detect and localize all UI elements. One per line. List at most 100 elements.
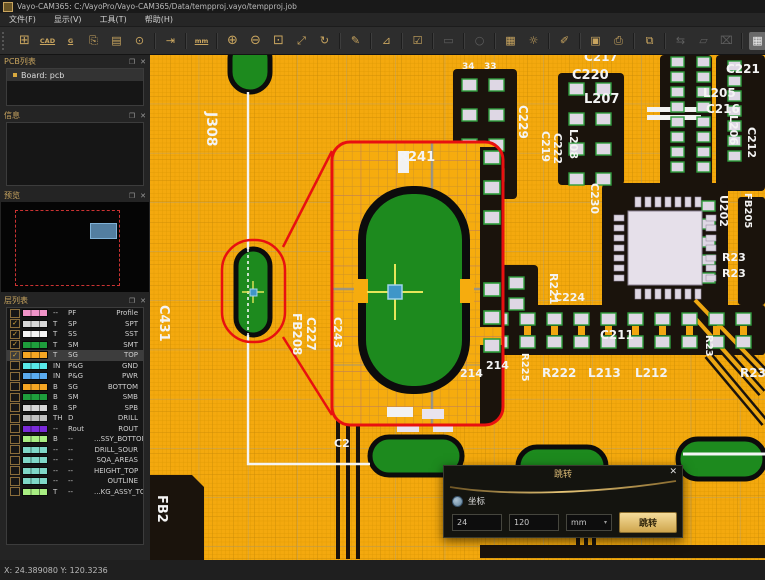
layer-row-OUTLINE[interactable]: ----OUTLINE (7, 476, 143, 487)
toolbar-drag-handle[interactable] (2, 32, 9, 50)
layer-row-...KG_ASSY_TOP[interactable]: T--...KG_ASSY_TOP (7, 487, 143, 498)
layer-color-swatch[interactable] (22, 393, 48, 401)
zoom-in-icon[interactable]: ⊕ (224, 32, 241, 50)
layer-color-swatch[interactable] (22, 383, 48, 391)
pcb-list-item-board[interactable]: Board: pcb (7, 69, 143, 81)
layer-visibility-checkbox[interactable] (10, 466, 20, 475)
layer-row-DRILL[interactable]: THDDRILL (7, 413, 143, 424)
layer-row-SMB[interactable]: BSMSMB (7, 392, 143, 403)
layer-color-swatch[interactable] (22, 404, 48, 412)
coordinate-radio[interactable] (452, 496, 463, 507)
layer-color-swatch[interactable] (22, 341, 48, 349)
float-panel-icon[interactable]: ❐ (129, 192, 135, 200)
layer-visibility-checkbox[interactable] (10, 445, 20, 454)
layer-color-swatch[interactable] (22, 456, 48, 464)
float-panel-icon[interactable]: ❐ (129, 112, 135, 120)
layer-table-icon[interactable]: ▦ (749, 32, 765, 50)
select-edit-icon[interactable]: ☑ (409, 32, 426, 50)
layer-row-...SSY_BOTTOM[interactable]: B--...SSY_BOTTOM (7, 434, 143, 445)
float-panel-icon[interactable]: ❐ (129, 58, 135, 66)
close-icon[interactable]: ✕ (669, 467, 677, 477)
layer-row-PWR[interactable]: INP&GPWR (7, 371, 143, 382)
preview-view-rect[interactable] (90, 223, 117, 239)
layer-color-swatch[interactable] (22, 351, 48, 359)
layer-row-HEIGHT_TOP[interactable]: ----HEIGHT_TOP (7, 466, 143, 477)
save-icon[interactable]: ▤ (108, 32, 125, 50)
layer-color-swatch[interactable] (22, 362, 48, 370)
menu-item-1[interactable]: 显示(V) (45, 14, 91, 25)
layer-visibility-checkbox[interactable] (10, 309, 20, 318)
layer-row-SPT[interactable]: ✓TSPSPT (7, 319, 143, 330)
layer-color-swatch[interactable] (22, 488, 48, 496)
layer-row-SQA_AREAS[interactable]: ----SQA_AREAS (7, 455, 143, 466)
board-edit-icon[interactable]: ✎ (347, 32, 364, 50)
layer-visibility-checkbox[interactable]: ✓ (10, 330, 20, 339)
layer-visibility-checkbox[interactable] (10, 487, 20, 496)
close-panel-icon[interactable]: ✕ (140, 58, 146, 66)
layer-visibility-checkbox[interactable] (10, 414, 20, 423)
layer-row-SMT[interactable]: ✓TSMSMT (7, 340, 143, 351)
unit-select[interactable]: mm ▾ (566, 514, 612, 531)
layer-color-swatch[interactable] (22, 477, 48, 485)
float-panel-icon[interactable]: ❐ (129, 297, 135, 305)
measure-icon[interactable]: ⊿ (378, 32, 395, 50)
close-panel-icon[interactable]: ✕ (140, 297, 146, 305)
layer-color-swatch[interactable] (22, 330, 48, 338)
layer-color-swatch[interactable] (22, 446, 48, 454)
menu-item-2[interactable]: 工具(T) (91, 14, 136, 25)
x-coordinate-input[interactable] (452, 514, 502, 531)
layer-color-swatch[interactable] (22, 425, 48, 433)
layer-row-GND[interactable]: INP&GGND (7, 361, 143, 372)
snapshot-icon[interactable]: ⎙ (610, 32, 627, 50)
menu-item-0[interactable]: 文件(F) (0, 14, 45, 25)
close-panel-icon[interactable]: ✕ (140, 192, 146, 200)
layer-row-DRILL_SOUR[interactable]: ----DRILL_SOUR (7, 445, 143, 456)
layer-visibility-checkbox[interactable]: ✓ (10, 340, 20, 349)
highlight-icon[interactable]: ☼ (525, 32, 542, 50)
layer-visibility-checkbox[interactable] (10, 456, 20, 465)
layer-visibility-checkbox[interactable] (10, 403, 20, 412)
layer-row-SST[interactable]: ✓TSSSST (7, 329, 143, 340)
layer-color-swatch[interactable] (22, 372, 48, 380)
layer-row-Profile[interactable]: --PFProfile (7, 308, 143, 319)
layer-visibility-checkbox[interactable] (10, 424, 20, 433)
close-job-icon[interactable]: ⊙ (131, 32, 148, 50)
zoom-selection-icon[interactable]: ↻ (316, 32, 333, 50)
y-coordinate-input[interactable] (509, 514, 559, 531)
new-file-icon[interactable]: ⊞ (16, 32, 33, 50)
layer-row-ROUT[interactable]: --RoutROUT (7, 424, 143, 435)
layer-visibility-checkbox[interactable] (10, 477, 20, 486)
layer-visibility-checkbox[interactable] (10, 393, 20, 402)
units-mm-icon[interactable]: mm (193, 32, 210, 50)
layer-color-swatch[interactable] (22, 467, 48, 475)
layer-row-SPB[interactable]: BSPSPB (7, 403, 143, 414)
preview-viewport[interactable] (1, 202, 149, 292)
layer-color-swatch[interactable] (22, 309, 48, 317)
layer-visibility-checkbox[interactable]: ✓ (10, 319, 20, 328)
layer-color-swatch[interactable] (22, 320, 48, 328)
jump-button[interactable]: 跳转 (619, 512, 677, 533)
zoom-fit-icon[interactable]: ⤢ (293, 32, 310, 50)
copy-view-icon[interactable]: ⧉ (641, 32, 658, 50)
layer-visibility-checkbox[interactable] (10, 435, 20, 444)
grid-settings-icon[interactable]: ▦ (502, 32, 519, 50)
layer-row-BOTTOM[interactable]: BSGBOTTOM (7, 382, 143, 393)
layer-visibility-checkbox[interactable] (10, 382, 20, 391)
open-project-icon[interactable]: ⎘ (85, 32, 102, 50)
zoom-window-icon[interactable]: ⊡ (270, 32, 287, 50)
close-panel-icon[interactable]: ✕ (140, 112, 146, 120)
layer-row-TOP[interactable]: ✓TSGTOP (7, 350, 143, 361)
layer-visibility-checkbox[interactable] (10, 361, 20, 370)
export-icon[interactable]: ⇥ (162, 32, 179, 50)
zoom-out-icon[interactable]: ⊖ (247, 32, 264, 50)
layer-visibility-checkbox[interactable]: ✓ (10, 351, 20, 360)
measure-tape-icon[interactable]: ✐ (556, 32, 573, 50)
layer-visibility-checkbox[interactable] (10, 372, 20, 381)
layer-color-swatch[interactable] (22, 414, 48, 422)
layer-color-swatch[interactable] (22, 435, 48, 443)
menu-item-3[interactable]: 帮助(H) (136, 14, 182, 25)
capture-region-icon[interactable]: ▣ (587, 32, 604, 50)
gerber-import-icon[interactable]: G (62, 32, 79, 50)
cad-import-icon[interactable]: CAD (39, 32, 56, 50)
jump-dialog-titlebar[interactable]: 跳转 ✕ (444, 466, 682, 480)
